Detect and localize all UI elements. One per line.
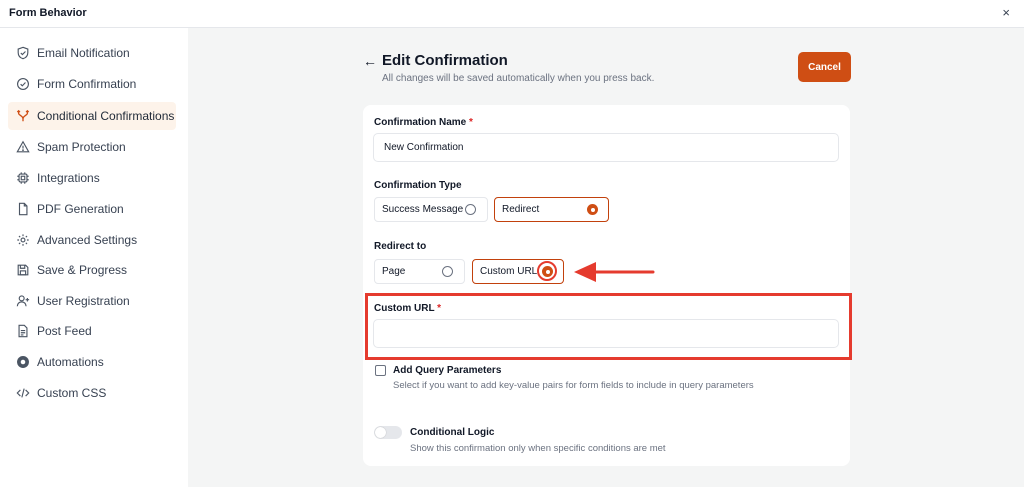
branch-icon	[16, 109, 30, 123]
sidebar-item-spam-protection[interactable]: Spam Protection	[8, 133, 176, 161]
sidebar-item-label: Post Feed	[37, 324, 92, 338]
add-query-parameters-checkbox[interactable]	[375, 365, 386, 376]
sidebar-item-advanced-settings[interactable]: Advanced Settings	[8, 226, 176, 254]
redirect-to-page-option[interactable]: Page	[374, 259, 465, 284]
page-title: Edit Confirmation	[382, 52, 508, 69]
sidebar-item-label: PDF Generation	[37, 202, 124, 216]
sidebar-item-label: Save & Progress	[37, 263, 128, 277]
document-icon	[16, 324, 30, 338]
confirmation-name-input[interactable]	[373, 133, 839, 162]
option-label: Custom URL	[480, 266, 538, 277]
sidebar-item-pdf-generation[interactable]: PDF Generation	[8, 195, 176, 223]
file-icon	[16, 202, 30, 216]
page-subtitle: All changes will be saved automatically …	[382, 73, 655, 84]
add-query-parameters-label: Add Query Parameters	[393, 365, 502, 376]
window-title: Form Behavior	[9, 7, 87, 19]
sidebar-item-label: Automations	[37, 355, 104, 369]
annotation-highlight-box	[365, 293, 852, 360]
close-icon[interactable]: ×	[1002, 6, 1010, 20]
annotation-circle	[537, 261, 557, 281]
confirmation-form-card: Confirmation Name * Confirmation Type Su…	[363, 105, 850, 466]
sidebar-item-label: Integrations	[37, 171, 100, 185]
chip-icon	[16, 171, 30, 185]
sidebar-item-integrations[interactable]: Integrations	[8, 164, 176, 192]
sidebar-item-label: Advanced Settings	[37, 233, 138, 247]
sidebar-item-custom-css[interactable]: Custom CSS	[8, 379, 176, 407]
code-icon	[16, 386, 30, 400]
save-icon	[16, 263, 30, 277]
sidebar-item-label: Form Confirmation	[37, 77, 137, 91]
redirect-radio[interactable]	[587, 204, 598, 215]
user-plus-icon	[16, 294, 30, 308]
check-circle-icon	[16, 77, 30, 91]
sidebar-item-conditional-confirmations[interactable]: Conditional Confirmations	[8, 102, 176, 130]
sidebar-item-save-progress[interactable]: Save & Progress	[8, 256, 176, 284]
sidebar-item-automations[interactable]: Automations	[8, 348, 176, 376]
sidebar-item-post-feed[interactable]: Post Feed	[8, 317, 176, 345]
main-panel: ← Edit Confirmation All changes will be …	[188, 28, 1024, 487]
sidebar-item-email-notification[interactable]: Email Notification	[8, 39, 176, 67]
sidebar: Email Notification Form Confirmation Con…	[0, 28, 188, 487]
automation-icon	[16, 355, 30, 369]
sidebar-item-label: Email Notification	[37, 46, 130, 60]
success-message-radio[interactable]	[465, 204, 476, 215]
warning-triangle-icon	[16, 140, 30, 154]
option-label: Redirect	[502, 204, 540, 215]
annotation-arrow-icon	[574, 262, 655, 282]
cancel-button[interactable]: Cancel	[798, 52, 851, 82]
sidebar-item-label: Spam Protection	[37, 140, 126, 154]
confirmation-name-label: Confirmation Name *	[374, 117, 473, 128]
back-arrow-icon[interactable]: ←	[363, 54, 377, 68]
sidebar-item-label: Conditional Confirmations	[37, 109, 175, 123]
add-query-parameters-help: Select if you want to add key-value pair…	[393, 380, 754, 391]
option-label: Success Message	[382, 204, 464, 215]
confirmation-type-label: Confirmation Type	[374, 180, 462, 191]
sidebar-item-user-registration[interactable]: User Registration	[8, 287, 176, 315]
toggle-knob	[375, 427, 386, 438]
shield-check-icon	[16, 46, 30, 60]
gear-icon	[16, 233, 30, 247]
conditional-logic-label: Conditional Logic	[410, 427, 495, 438]
page-radio[interactable]	[442, 266, 453, 277]
sidebar-item-label: User Registration	[37, 294, 130, 308]
sidebar-item-form-confirmation[interactable]: Form Confirmation	[8, 70, 176, 98]
conditional-logic-toggle[interactable]	[374, 426, 402, 439]
redirect-to-label: Redirect to	[374, 241, 427, 252]
sidebar-item-label: Custom CSS	[37, 386, 107, 400]
page-header: ← Edit Confirmation All changes will be …	[363, 52, 851, 96]
confirmation-type-redirect-option[interactable]: Redirect	[494, 197, 609, 222]
conditional-logic-help: Show this confirmation only when specifi…	[410, 443, 666, 454]
title-bar: Form Behavior ×	[0, 0, 1024, 28]
option-label: Page	[382, 266, 406, 277]
confirmation-type-success-message-option[interactable]: Success Message	[374, 197, 488, 222]
